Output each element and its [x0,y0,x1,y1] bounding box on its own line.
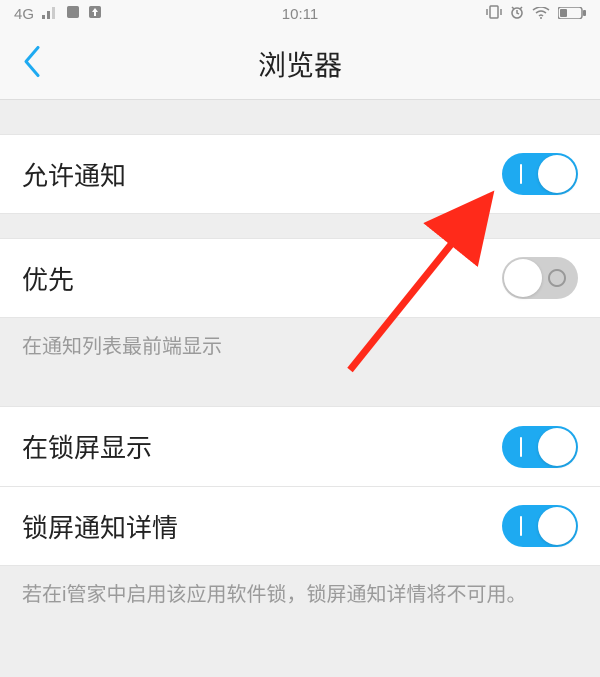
row-label: 锁屏通知详情 [22,508,178,545]
row-label: 允许通知 [22,156,126,193]
row-label: 优先 [22,260,74,297]
network-label: 4G [14,6,34,23]
toggle-priority[interactable] [502,257,578,299]
row-allow-notifications: 允许通知 [0,134,600,214]
back-button[interactable] [22,44,42,83]
desc-priority: 在通知列表最前端显示 [0,318,600,382]
upload-icon [88,5,102,23]
page-title: 浏览器 [0,44,600,84]
row-label: 在锁屏显示 [22,428,152,465]
card-icon [66,5,80,23]
battery-icon [558,6,586,23]
status-time: 10:11 [282,6,318,23]
row-lockscreen-detail: 锁屏通知详情 [0,486,600,566]
status-bar: 4G 10:11 [0,0,600,28]
toggle-allow-notifications[interactable] [502,153,578,195]
desc-lockscreen-detail: 若在i管家中启用该应用软件锁，锁屏通知详情将不可用。 [0,566,600,630]
toggle-lockscreen-show[interactable] [502,426,578,468]
toggle-lockscreen-detail[interactable] [502,505,578,547]
alarm-icon [510,5,524,23]
vibrate-icon [486,5,502,23]
row-lockscreen-show: 在锁屏显示 [0,406,600,486]
nav-bar: 浏览器 [0,28,600,100]
row-priority: 优先 [0,238,600,318]
wifi-icon [532,6,550,23]
signal-icon [42,6,58,23]
